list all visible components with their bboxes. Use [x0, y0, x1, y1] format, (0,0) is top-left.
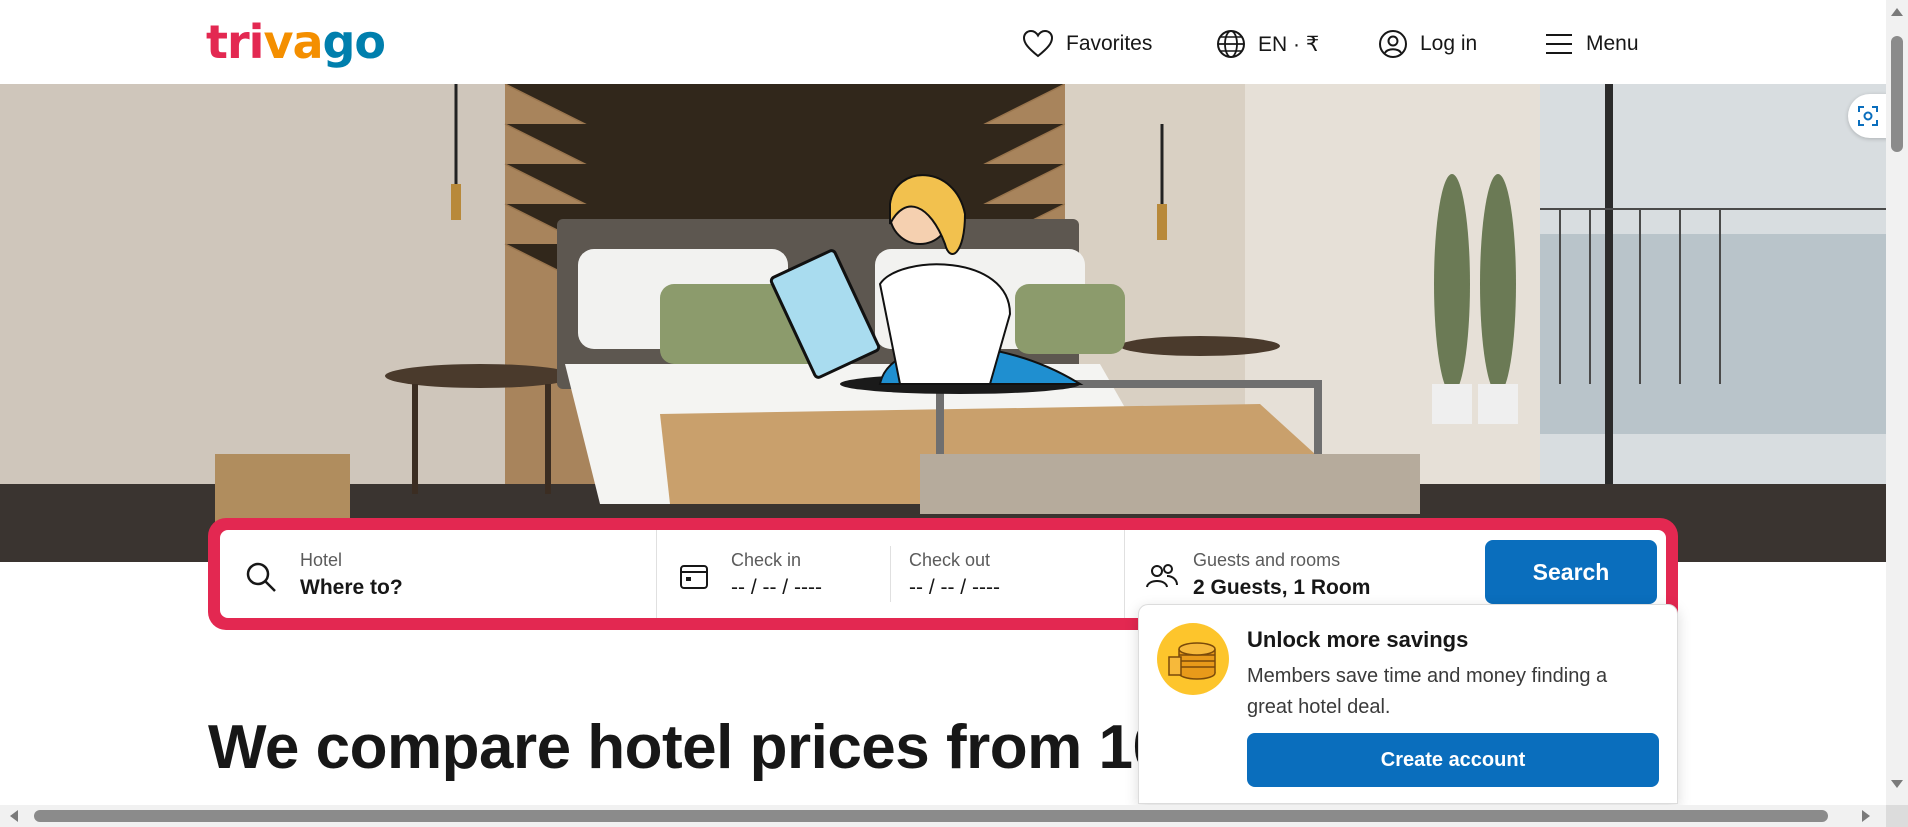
scrollbar-corner [1886, 805, 1908, 827]
checkin-label: Check in [731, 550, 802, 570]
language-currency-label: EN · ₹ [1258, 32, 1320, 56]
scroll-up-arrow-icon[interactable] [1891, 8, 1903, 16]
popup-title: Unlock more savings [1247, 627, 1469, 652]
checkin-value: -- / -- / ---- [731, 576, 822, 599]
vertical-scrollbar[interactable] [1886, 0, 1908, 827]
login-label: Log in [1420, 32, 1478, 55]
scroll-right-arrow-icon[interactable] [1862, 810, 1870, 822]
search-button[interactable]: Search [1485, 540, 1657, 604]
login-button[interactable]: Log in [1378, 24, 1477, 64]
menu-label: Menu [1586, 32, 1639, 55]
visual-search-button[interactable] [1848, 94, 1888, 138]
user-icon [1379, 30, 1407, 58]
scan-icon [1858, 106, 1878, 126]
hotel-room-illustration [0, 84, 1886, 562]
guests-icon [1146, 564, 1178, 588]
globe-icon [1217, 30, 1245, 58]
menu-button[interactable]: Menu [1544, 24, 1639, 64]
logo-part-va: va [263, 15, 323, 69]
guests-rooms-value: 2 Guests, 1 Room [1193, 576, 1371, 599]
search-icon [246, 562, 276, 592]
horizontal-scroll-thumb[interactable] [34, 810, 1828, 822]
hotel-label: Hotel [300, 550, 343, 570]
hero-image [0, 84, 1886, 562]
checkout-value: -- / -- / ---- [909, 576, 1000, 599]
vertical-scroll-thumb[interactable] [1891, 36, 1903, 152]
checkout-label: Check out [909, 550, 991, 570]
page-headline: We compare hotel prices from 10 [208, 713, 1138, 782]
popup-body: Members save time and money finding a gr… [1247, 665, 1608, 718]
trivago-logo[interactable]: trivago [206, 14, 386, 70]
heart-icon [1022, 29, 1054, 58]
favorites-button[interactable]: Favorites [1022, 24, 1152, 64]
hotel-field[interactable]: Hotel Where to? [220, 530, 656, 618]
logo-part-go: go [322, 15, 386, 69]
scroll-left-arrow-icon[interactable] [10, 810, 18, 822]
scroll-down-arrow-icon[interactable] [1891, 780, 1903, 788]
language-currency-button[interactable]: EN · ₹ [1216, 24, 1319, 64]
create-account-button[interactable]: Create account [1247, 733, 1659, 787]
checkout-field[interactable]: Check out -- / -- / ---- [891, 530, 1124, 618]
logo-part-tri: tri [206, 15, 264, 69]
guests-rooms-label: Guests and rooms [1193, 550, 1341, 570]
checkin-field[interactable]: Check in -- / -- / ---- [657, 530, 889, 618]
hamburger-icon [1546, 34, 1572, 54]
unlock-savings-popup: Unlock more savings Members save time an… [1138, 604, 1678, 804]
destination-input[interactable]: Where to? [300, 576, 403, 600]
favorites-label: Favorites [1066, 32, 1153, 55]
calendar-icon [680, 565, 708, 589]
site-header: trivago Favorites EN · ₹ Log in Menu [0, 0, 1886, 84]
coins-icon [1157, 623, 1229, 695]
horizontal-scrollbar[interactable] [0, 805, 1886, 827]
